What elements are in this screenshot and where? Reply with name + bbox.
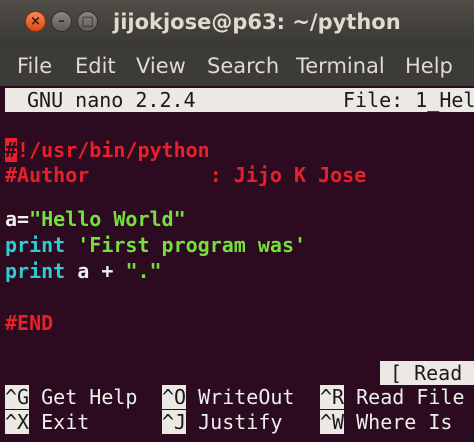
shortcut-label: WriteOut bbox=[186, 385, 295, 409]
code-line-print1: print 'First program was' bbox=[5, 233, 306, 257]
menu-bar: File Edit View Search Terminal Help bbox=[0, 46, 474, 86]
shortcut-read-file[interactable]: ^R Read File bbox=[320, 385, 465, 409]
shortcut-exit[interactable]: ^X Exit bbox=[5, 410, 89, 434]
shortcut-where-is[interactable]: ^W Where Is bbox=[320, 410, 452, 434]
nano-header-bar: GNU nano 2.2.4 File: 1_Hel bbox=[5, 88, 474, 112]
shebang-text: !/usr/bin/python bbox=[17, 138, 210, 162]
menu-edit[interactable]: Edit bbox=[75, 54, 116, 78]
menu-view[interactable]: View bbox=[136, 54, 186, 78]
menu-terminal[interactable]: Terminal bbox=[296, 54, 385, 78]
status-message: [ Read 1 bbox=[380, 361, 474, 385]
window-title: jijokjose@p63: ~/python bbox=[113, 10, 401, 34]
menu-file[interactable]: File bbox=[17, 54, 52, 78]
shortcut-label: Exit bbox=[29, 410, 90, 434]
print-keyword: print bbox=[5, 233, 66, 257]
close-window-button[interactable]: × bbox=[25, 11, 46, 32]
shortcut-key: ^W bbox=[320, 410, 345, 434]
terminal-area[interactable]: GNU nano 2.2.4 File: 1_Hel #!/usr/bin/py… bbox=[0, 86, 474, 442]
shortcut-label: Justify bbox=[186, 410, 283, 434]
code-line-shebang: #!/usr/bin/python bbox=[5, 138, 210, 162]
assign-string: "Hello World" bbox=[29, 207, 186, 231]
text-cursor: # bbox=[5, 138, 18, 162]
shortcut-get-help[interactable]: ^G Get Help bbox=[5, 385, 137, 409]
print2-expr: a + bbox=[65, 259, 126, 283]
assign-variable: a= bbox=[5, 207, 30, 231]
shortcut-writeout[interactable]: ^O WriteOut bbox=[162, 385, 294, 409]
shortcut-label: Get Help bbox=[29, 385, 138, 409]
shortcut-justify[interactable]: ^J Justify bbox=[162, 410, 282, 434]
nano-version: GNU nano 2.2.4 bbox=[27, 88, 196, 112]
maximize-window-button[interactable]: □ bbox=[77, 11, 98, 32]
print2-string: "." bbox=[125, 259, 162, 283]
menu-help[interactable]: Help bbox=[405, 54, 453, 78]
minimize-window-button[interactable]: – bbox=[51, 11, 72, 32]
code-line-assign: a="Hello World" bbox=[5, 207, 186, 231]
code-line-end: #END bbox=[5, 311, 54, 335]
shortcut-key: ^O bbox=[162, 385, 187, 409]
shortcut-label: Where Is bbox=[344, 410, 453, 434]
menu-search[interactable]: Search bbox=[207, 54, 279, 78]
shortcut-key: ^G bbox=[5, 385, 30, 409]
code-line-print2: print a + "." bbox=[5, 259, 162, 283]
window-title-bar: × – □ jijokjose@p63: ~/python bbox=[0, 0, 474, 46]
shortcut-key: ^R bbox=[320, 385, 345, 409]
shortcut-key: ^J bbox=[162, 410, 187, 434]
code-line-author: #Author : Jijo K Jose bbox=[5, 163, 367, 187]
shortcut-label: Read File bbox=[344, 385, 465, 409]
print-keyword: print bbox=[5, 259, 66, 283]
print1-string: 'First program was' bbox=[65, 233, 307, 257]
nano-file-name: File: 1_Hel bbox=[343, 88, 474, 112]
shortcut-key: ^X bbox=[5, 410, 30, 434]
